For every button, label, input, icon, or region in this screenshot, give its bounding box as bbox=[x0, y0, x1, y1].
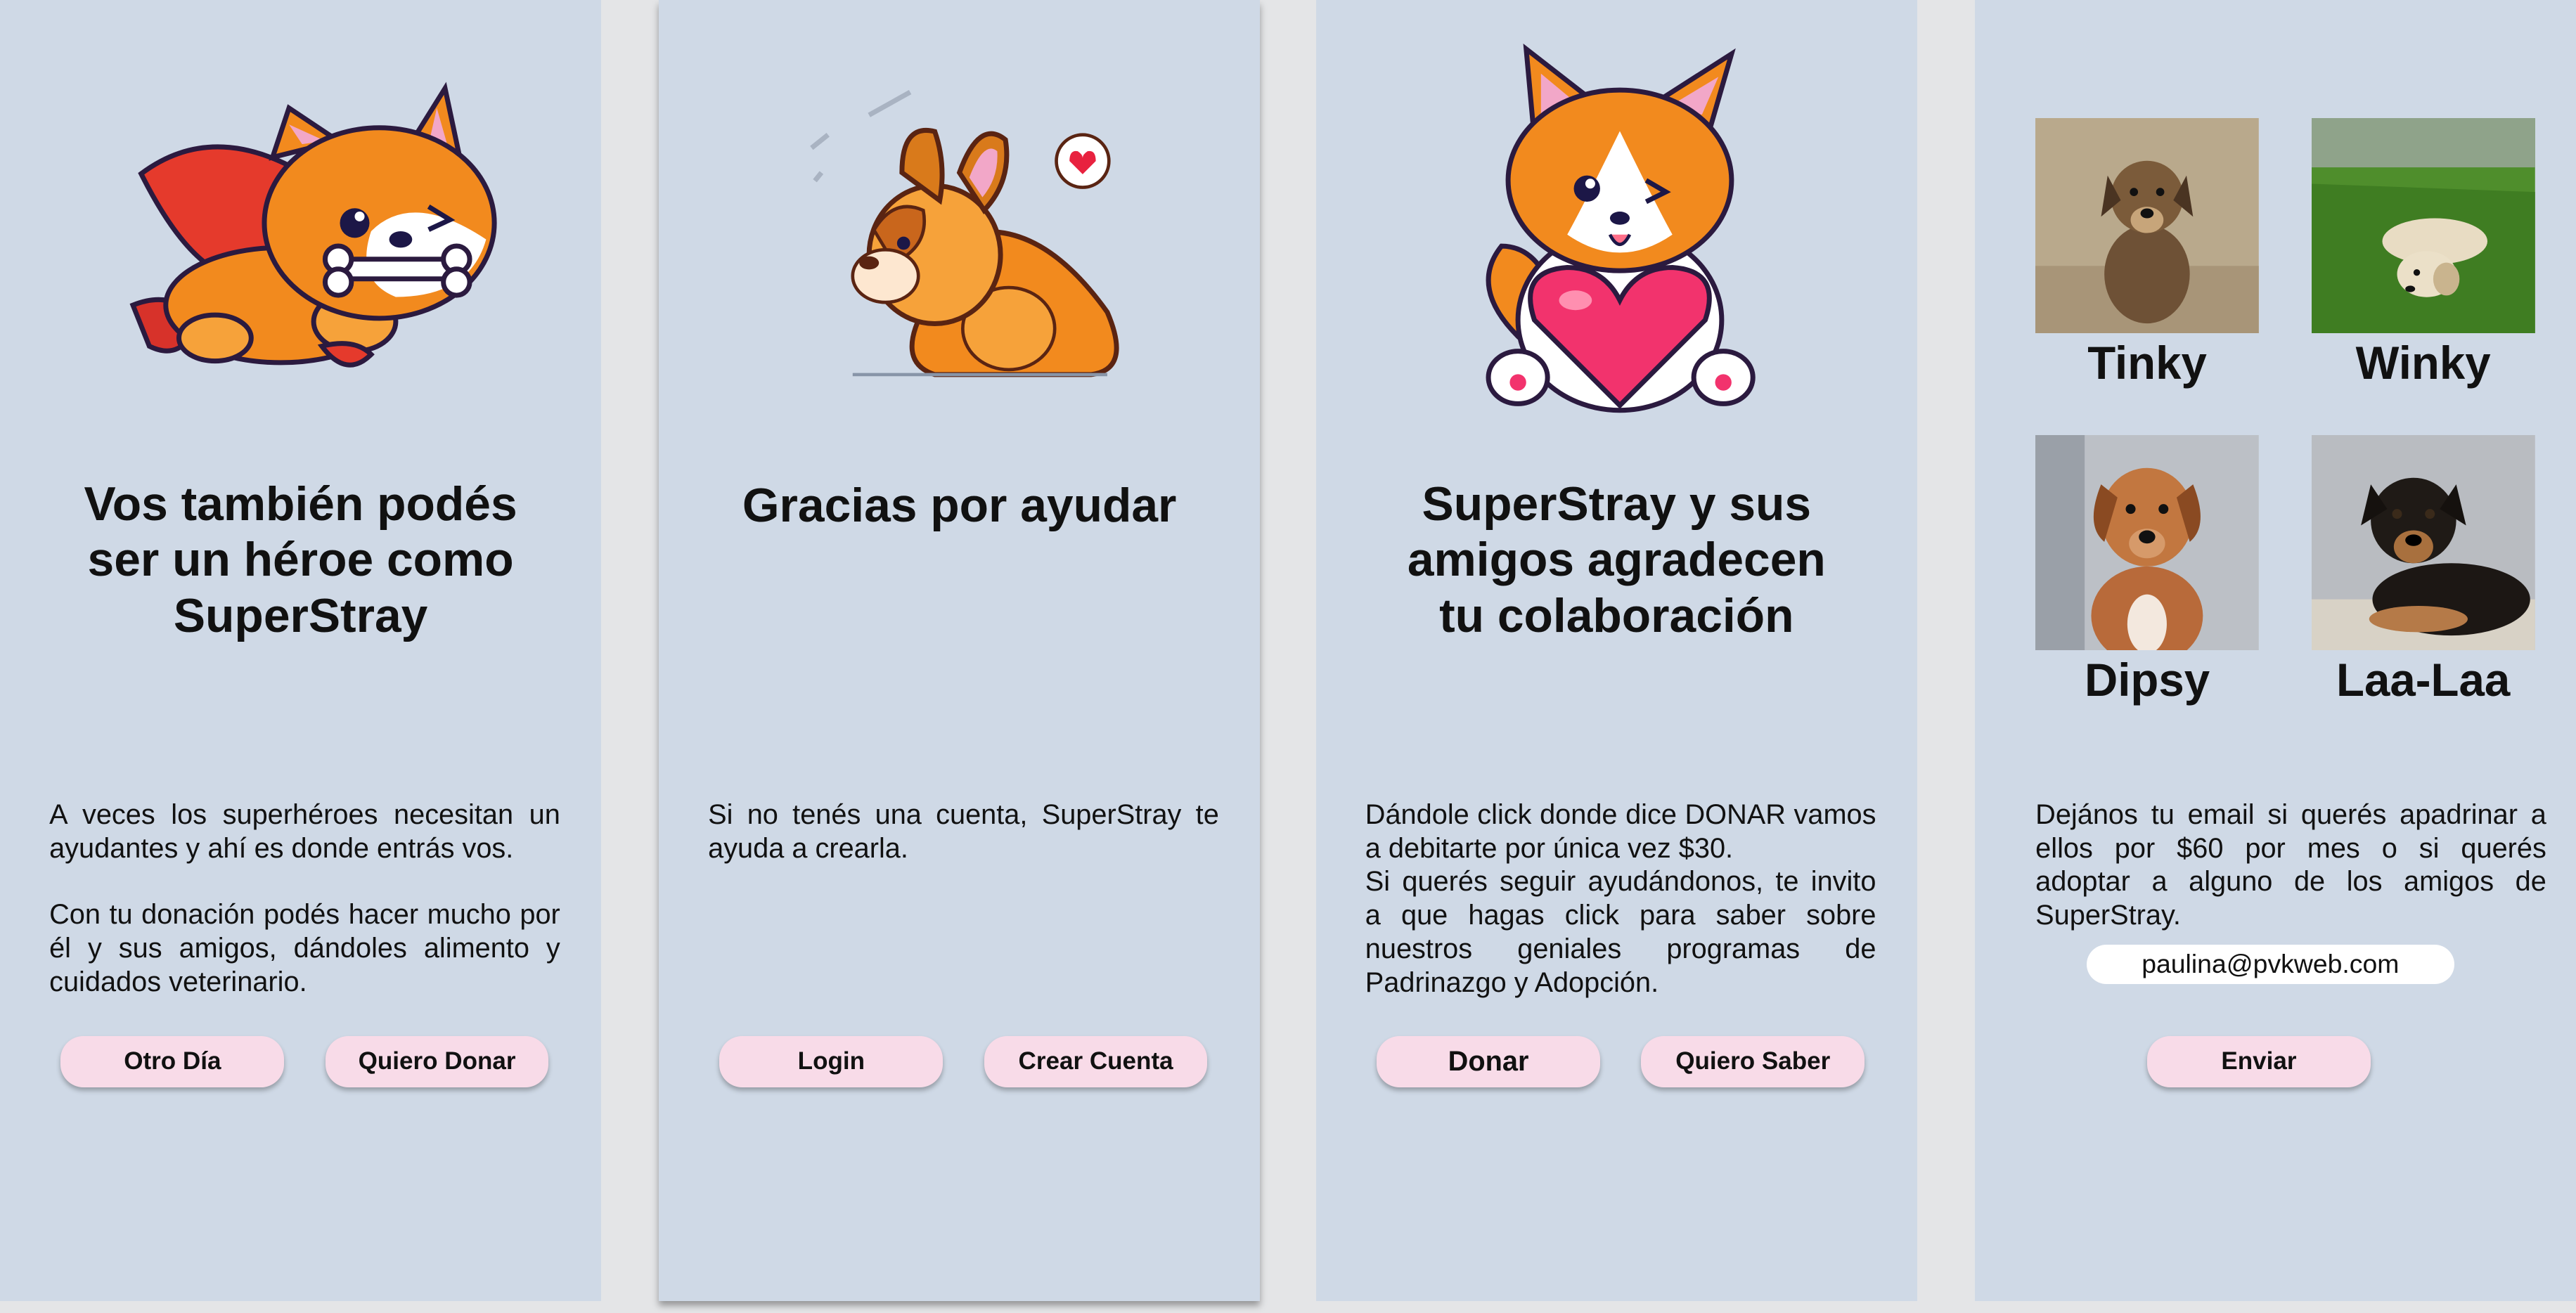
dog-card[interactable]: Tinky bbox=[2035, 118, 2259, 391]
page-title: Vos también podés ser un héroe como Supe… bbox=[84, 477, 517, 642]
paragraph: Con tu donación podés hacer mucho por él… bbox=[49, 899, 560, 997]
panel-hero: Vos también podés ser un héroe como Supe… bbox=[0, 0, 602, 1301]
dog-name: Tinky bbox=[2087, 337, 2207, 389]
description: Si no tenés una cuenta, SuperStray te ay… bbox=[708, 798, 1219, 866]
page-title: Gracias por ayudar bbox=[742, 479, 1177, 532]
dog-photo bbox=[2311, 118, 2535, 334]
panel-thanks: Gracias por ayudar Si no tenés una cuent… bbox=[659, 0, 1261, 1301]
superhero-dog-icon bbox=[129, 82, 497, 368]
dog-photo bbox=[2311, 435, 2535, 651]
dog-card[interactable]: Laa-Laa bbox=[2311, 435, 2535, 708]
quiero-saber-button[interactable]: Quiero Saber bbox=[1641, 1036, 1865, 1087]
otro-dia-button[interactable]: Otro Día bbox=[60, 1036, 285, 1087]
donar-button[interactable]: Donar bbox=[1377, 1036, 1600, 1087]
paragraph: Dejános tu email si querés apadrinar a e… bbox=[2035, 798, 2546, 931]
quiero-donar-button[interactable]: Quiero Donar bbox=[325, 1036, 549, 1087]
dog-card[interactable]: Winky bbox=[2311, 118, 2535, 391]
dog-photo bbox=[2035, 435, 2259, 651]
description: Dándole click donde dice DONAR vamos a d… bbox=[1365, 798, 1876, 1000]
panel-collaboration: SuperStray y sus amigos agradecen tu col… bbox=[1315, 0, 1917, 1301]
paragraph: Si querés seguir ayudándonos, te invito … bbox=[1365, 866, 1876, 999]
dog-card[interactable]: Dipsy bbox=[2035, 435, 2259, 708]
paragraph: A veces los superhéroes necesitan un ayu… bbox=[49, 798, 560, 864]
french-bulldog-icon bbox=[810, 89, 1119, 377]
paragraph: Si no tenés una cuenta, SuperStray te ay… bbox=[708, 798, 1219, 864]
enviar-button[interactable]: Enviar bbox=[2147, 1036, 2371, 1087]
dog-name: Laa-Laa bbox=[2336, 654, 2511, 706]
login-button[interactable]: Login bbox=[719, 1036, 944, 1087]
description: Dejános tu email si querés apadrinar a e… bbox=[2035, 798, 2546, 933]
paragraph: Dándole click donde dice DONAR vamos a d… bbox=[1365, 798, 1876, 864]
description: A veces los superhéroes necesitan un ayu… bbox=[49, 798, 560, 1000]
page-title: SuperStray y sus amigos agradecen tu col… bbox=[1407, 477, 1826, 642]
dog-name: Dipsy bbox=[2084, 654, 2210, 706]
dog-name: Winky bbox=[2355, 337, 2491, 389]
dog-photo bbox=[2035, 118, 2259, 334]
crear-cuenta-button[interactable]: Crear Cuenta bbox=[984, 1036, 1208, 1087]
email-field[interactable] bbox=[2086, 944, 2454, 984]
corgi-heart-icon bbox=[1486, 44, 1756, 413]
panel-adopt: Tinky Winky Dipsy Laa-Laa Dejános tu ema… bbox=[1974, 0, 2576, 1301]
